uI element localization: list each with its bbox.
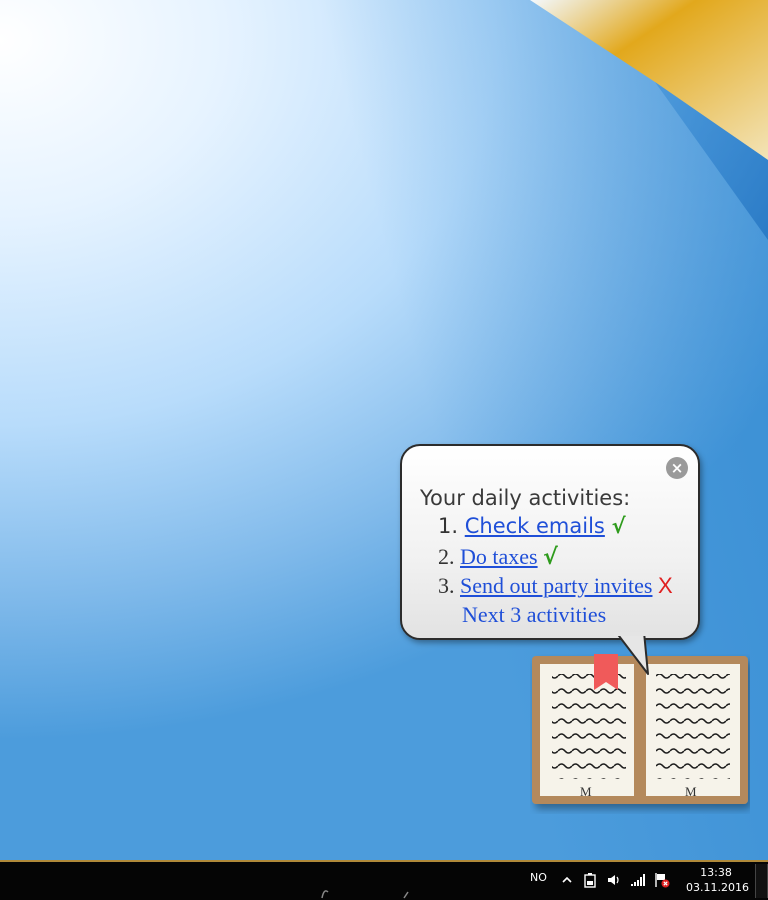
activity-link-send-invites[interactable]: Send out party invites [460,573,652,598]
clock-date: 03.11.2016 [686,881,749,894]
clock-time: 13:38 [700,866,732,879]
cross-icon: X [657,573,673,598]
book-page-letter-left: M [580,784,592,799]
next-activities-link[interactable]: Next 3 activities [462,602,606,628]
popup-title: Your daily activities: [420,486,631,510]
checkmark-icon: √ [611,514,626,538]
taskbar-decoration [321,890,409,899]
activity-link-do-taxes[interactable]: Do taxes [460,544,538,569]
taskbar-clock[interactable]: 13:38 03.11.2016 [686,865,749,895]
open-book-graphic [532,650,748,804]
show-desktop-button[interactable] [755,864,768,898]
activity-number: 2. [438,544,455,569]
open-book-icon[interactable]: M M [530,650,750,814]
activity-item-check-emails: 1. Check emails √ [438,514,626,538]
close-icon[interactable]: × [666,457,688,479]
activities-speech-bubble: × Your daily activities: 1. Check emails… [400,444,700,640]
activity-number: 1. [438,514,459,538]
battery-icon[interactable] [582,872,598,888]
activity-item-send-invites: 3. Send out party invites X [438,573,673,599]
volume-icon[interactable] [606,872,622,888]
signal-icon[interactable] [630,872,646,888]
activity-link-check-emails[interactable]: Check emails [465,514,605,538]
checkmark-icon: √ [543,545,558,570]
activity-item-do-taxes: 2. Do taxes √ [438,544,558,570]
activity-number: 3. [438,573,455,598]
daily-activities-widget: × Your daily activities: 1. Check emails… [398,442,754,818]
book-page-letter-right: M [685,784,697,799]
chevron-up-icon[interactable] [559,872,575,888]
action-center-flag-icon[interactable] [654,872,670,888]
taskbar: NO 13:38 03.11.2016 [0,860,768,900]
language-indicator[interactable]: NO [530,871,547,884]
speech-bubble-tail [614,632,649,675]
